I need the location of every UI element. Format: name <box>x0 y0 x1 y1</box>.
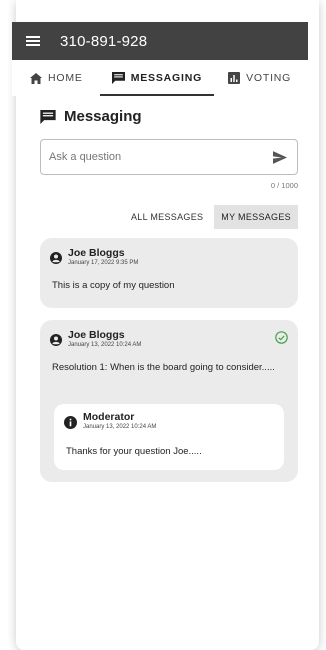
my-messages-button[interactable]: MY MESSAGES <box>214 205 298 229</box>
tab-voting[interactable]: VOTING <box>228 60 291 96</box>
message-filter: ALL MESSAGES MY MESSAGES <box>124 205 298 229</box>
tab-messaging[interactable]: MESSAGING <box>99 60 215 96</box>
ask-question-field <box>40 139 298 175</box>
tab-home[interactable]: HOME <box>30 60 83 96</box>
account-circle-icon <box>50 252 62 264</box>
author-name: Joe Bloggs <box>68 247 125 259</box>
info-icon <box>64 416 77 429</box>
moderator-reply: Moderator January 13, 2022 10:24 AM Than… <box>54 404 284 470</box>
check-circle-icon <box>275 331 288 344</box>
author-name: Joe Bloggs <box>68 329 125 341</box>
menu-icon[interactable] <box>26 36 40 46</box>
tab-bar: HOME MESSAGING VOTING <box>12 60 308 96</box>
message-card: Joe Bloggs January 17, 2022 9:35 PM This… <box>40 238 298 308</box>
message-author: Joe Bloggs January 13, 2022 10:24 AM <box>50 329 141 350</box>
home-icon <box>30 72 42 84</box>
message-timestamp: January 17, 2022 9:35 PM <box>68 260 139 266</box>
page-title-text: Messaging <box>64 108 142 125</box>
tab-home-label: HOME <box>48 72 83 84</box>
reply-author: Moderator January 13, 2022 10:24 AM <box>64 411 156 432</box>
page-title: Messaging <box>40 108 142 125</box>
moderator-name: Moderator <box>83 411 135 423</box>
message-text: This is a copy of my question <box>52 280 175 291</box>
tab-voting-label: VOTING <box>246 72 292 84</box>
message-text: Resolution 1: When is the board going to… <box>52 362 275 373</box>
account-circle-icon <box>50 334 62 346</box>
all-messages-button[interactable]: ALL MESSAGES <box>124 205 210 229</box>
tab-messaging-label: MESSAGING <box>130 72 203 84</box>
message-timestamp: January 13, 2022 10:24 AM <box>68 342 142 348</box>
reply-timestamp: January 13, 2022 10:24 AM <box>83 424 157 430</box>
app-title: 310-891-928 <box>60 32 148 50</box>
message-author: Joe Bloggs January 17, 2022 9:35 PM <box>50 247 138 268</box>
chat-icon <box>40 109 56 124</box>
reply-text: Thanks for your question Joe..... <box>66 446 202 457</box>
ask-question-input[interactable] <box>41 150 271 164</box>
send-icon[interactable] <box>273 151 287 164</box>
message-card: Joe Bloggs January 13, 2022 10:24 AM Res… <box>40 320 298 482</box>
chat-icon <box>111 72 125 84</box>
bar-chart-icon <box>228 72 241 84</box>
character-counter: 0 / 1000 <box>270 181 298 190</box>
top-app-bar: 310-891-928 <box>12 22 308 60</box>
